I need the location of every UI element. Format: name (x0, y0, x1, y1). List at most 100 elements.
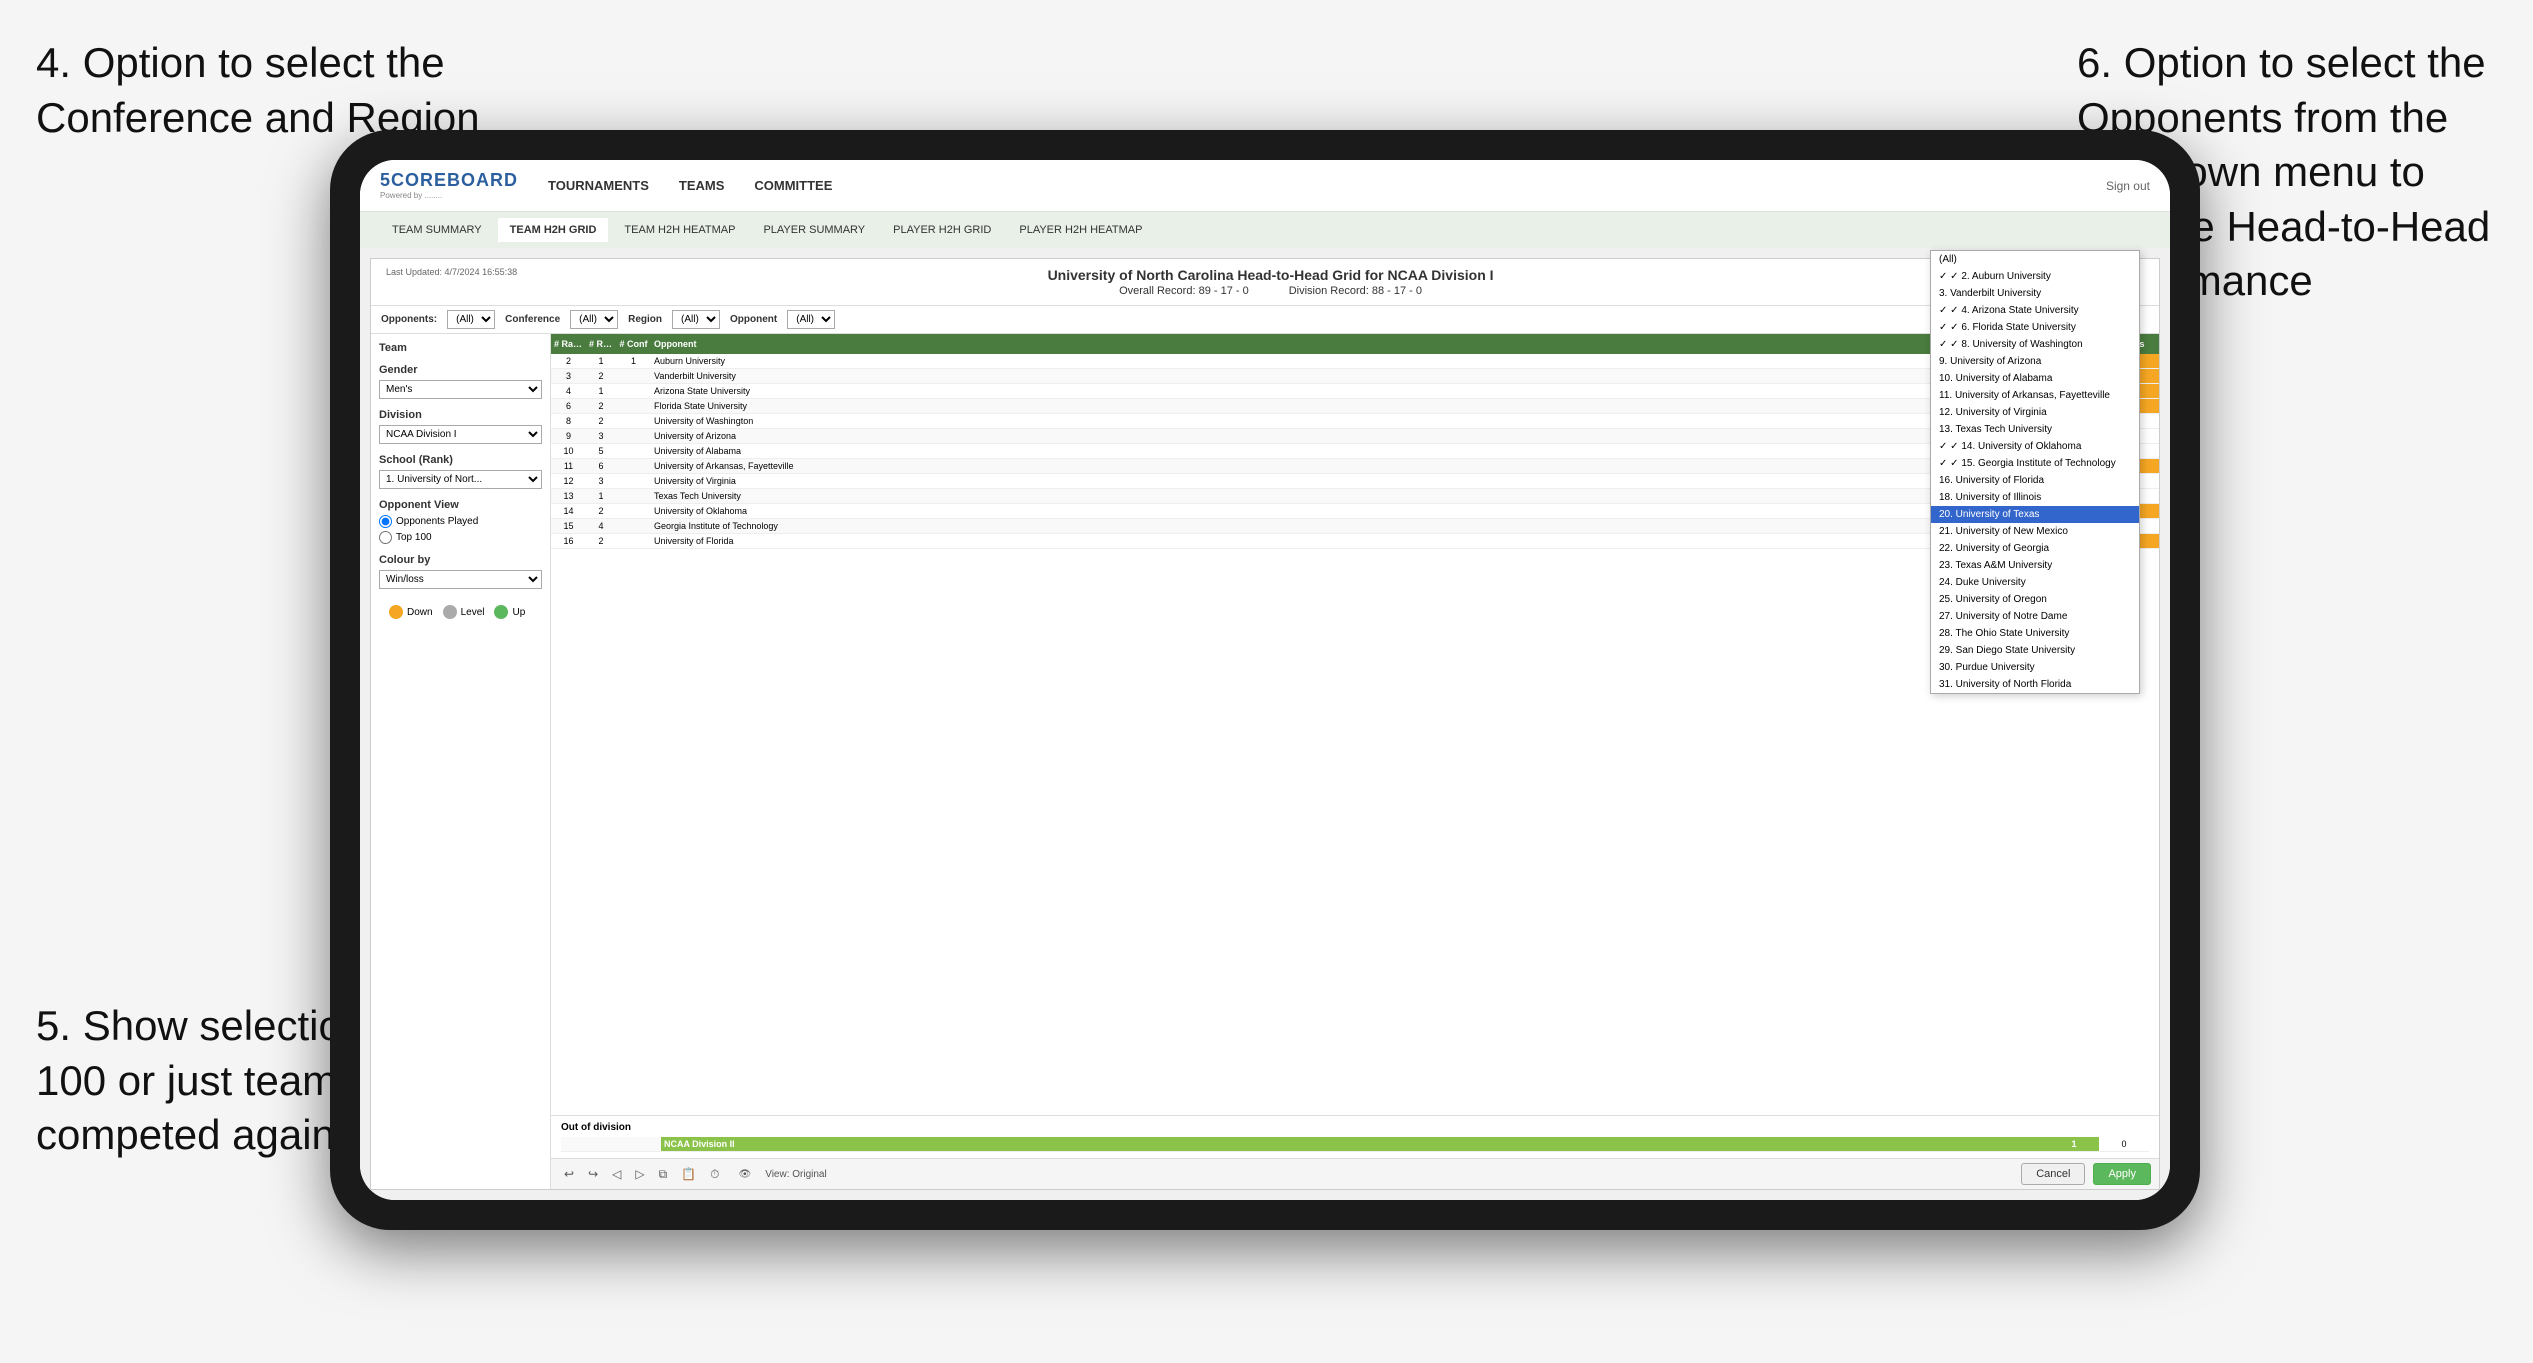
cell-rank: 9 (551, 429, 586, 443)
legend-down-circle (389, 605, 403, 619)
dropdown-item[interactable]: ✓ 15. Georgia Institute of Technology (1931, 455, 2139, 472)
left-panel: Team Gender Men's Division NCAA Division… (371, 334, 551, 1189)
table-row: 15 4 Georgia Institute of Technology 5 0 (551, 519, 2159, 534)
cell-opponent: Auburn University (651, 354, 2059, 368)
table-row: 9 3 University of Arizona 1 0 (551, 429, 2159, 444)
dropdown-item[interactable]: 21. University of New Mexico (1931, 523, 2139, 540)
report-title-area: University of North Carolina Head-to-Hea… (517, 267, 2024, 297)
col-conf-header: # Conf (616, 337, 651, 351)
nav-teams[interactable]: TEAMS (679, 178, 725, 193)
tab-team-h2h-heatmap[interactable]: TEAM H2H HEATMAP (612, 218, 747, 242)
apply-button[interactable]: Apply (2093, 1163, 2151, 1185)
dropdown-item[interactable]: 20. University of Texas (1931, 506, 2139, 523)
cell-rank: 12 (551, 474, 586, 488)
toolbar-redo[interactable]: ↪ (583, 1165, 603, 1183)
dropdown-item[interactable]: 10. University of Alabama (1931, 370, 2139, 387)
dropdown-item[interactable]: 24. Duke University (1931, 574, 2139, 591)
team-label: Team (379, 342, 542, 354)
cell-conf (616, 539, 651, 543)
table-row: 16 2 University of Florida 5 1 (551, 534, 2159, 549)
legend-level: Level (443, 605, 485, 619)
division-select[interactable]: NCAA Division I (379, 425, 542, 444)
legend-row: Down Level Up (379, 599, 542, 625)
dropdown-item[interactable]: 29. San Diego State University (1931, 642, 2139, 659)
cell-opponent: University of Oklahoma (651, 504, 2059, 518)
cell-opponent: Vanderbilt University (651, 369, 2059, 383)
cell-rank: 15 (551, 519, 586, 533)
out-div-rank (561, 1142, 596, 1146)
nav-tournaments[interactable]: TOURNAMENTS (548, 178, 649, 193)
opponents-filter[interactable]: (All) (447, 310, 495, 329)
col-reg-header: # Reg (586, 337, 616, 351)
division-section: Division NCAA Division I (379, 409, 542, 444)
gender-section: Gender Men's (379, 364, 542, 399)
cell-rank: 8 (551, 414, 586, 428)
table-row: 3 2 Vanderbilt University 0 4 (551, 369, 2159, 384)
radio-top100[interactable]: Top 100 (379, 531, 542, 544)
cell-rank: 14 (551, 504, 586, 518)
tab-team-h2h-grid[interactable]: TEAM H2H GRID (498, 218, 609, 242)
out-div-row: NCAA Division II 1 0 (561, 1137, 2149, 1152)
toolbar-forward[interactable]: ▷ (630, 1165, 649, 1183)
tablet-frame: 5COREBOARD Powered by ........ TOURNAMEN… (330, 130, 2200, 1230)
table-row: 11 6 University of Arkansas, Fayettevill… (551, 459, 2159, 474)
legend-level-label: Level (461, 607, 485, 618)
cell-reg: 2 (586, 504, 616, 518)
dropdown-item[interactable]: ✓ 8. University of Washington (1931, 336, 2139, 353)
cell-conf (616, 389, 651, 393)
col-opponent-header: Opponent (651, 337, 2059, 351)
colour-section: Colour by Win/loss (379, 554, 542, 589)
dropdown-item[interactable]: 16. University of Florida (1931, 472, 2139, 489)
dropdown-item[interactable]: 12. University of Virginia (1931, 404, 2139, 421)
toolbar-paste[interactable]: 📋 (676, 1165, 701, 1183)
cell-reg: 3 (586, 474, 616, 488)
tab-player-summary[interactable]: PLAYER SUMMARY (751, 218, 877, 242)
right-content: # Rank # Reg # Conf Opponent Win Loss 2 … (551, 334, 2159, 1189)
dropdown-item[interactable]: 31. University of North Florida (1931, 676, 2139, 693)
opponent-dropdown[interactable]: (All)✓ 2. Auburn University3. Vanderbilt… (1930, 334, 2140, 694)
dropdown-item[interactable]: 13. Texas Tech University (1931, 421, 2139, 438)
dropdown-item[interactable]: 30. Purdue University (1931, 659, 2139, 676)
cell-opponent: Texas Tech University (651, 489, 2059, 503)
school-select[interactable]: 1. University of Nort... (379, 470, 542, 489)
dropdown-item[interactable]: 27. University of Notre Dame (1931, 608, 2139, 625)
toolbar-back[interactable]: ◁ (607, 1165, 626, 1183)
dropdown-item[interactable]: 28. The Ohio State University (1931, 625, 2139, 642)
cancel-button[interactable]: Cancel (2021, 1163, 2085, 1185)
cell-rank: 11 (551, 459, 586, 473)
tab-team-summary[interactable]: TEAM SUMMARY (380, 218, 494, 242)
colour-select[interactable]: Win/loss (379, 570, 542, 589)
toolbar-undo[interactable]: ↩ (559, 1165, 579, 1183)
conference-filter[interactable]: (All) (570, 310, 618, 329)
dropdown-item[interactable]: 9. University of Arizona (1931, 353, 2139, 370)
report-title: University of North Carolina Head-to-Hea… (517, 267, 2024, 283)
cell-opponent: University of Virginia (651, 474, 2059, 488)
content-body: Team Gender Men's Division NCAA Division… (371, 334, 2159, 1189)
nav-sign-out[interactable]: Sign out (2106, 179, 2150, 193)
school-label: School (Rank) (379, 454, 542, 466)
region-filter[interactable]: (All) (672, 310, 720, 329)
dropdown-item[interactable]: 18. University of Illinois (1931, 489, 2139, 506)
dropdown-item[interactable]: 23. Texas A&M University (1931, 557, 2139, 574)
table-row: 8 2 University of Washington 1 0 (551, 414, 2159, 429)
tab-player-h2h-grid[interactable]: PLAYER H2H GRID (881, 218, 1003, 242)
gender-label: Gender (379, 364, 542, 376)
dropdown-item[interactable]: ✓ 14. University of Oklahoma (1931, 438, 2139, 455)
out-div-loss: 0 (2099, 1137, 2149, 1151)
gender-select[interactable]: Men's (379, 380, 542, 399)
table-row: 2 1 1 Auburn University 2 1 (551, 354, 2159, 369)
cell-reg: 2 (586, 399, 616, 413)
table-row: 4 1 Arizona State University 5 1 (551, 384, 2159, 399)
radio-opponents-played[interactable]: Opponents Played (379, 515, 542, 528)
opponent-filter[interactable]: (All) (787, 310, 835, 329)
toolbar-copy[interactable]: ⧉ (654, 1165, 673, 1184)
dropdown-item[interactable]: 11. University of Arkansas, Fayetteville (1931, 387, 2139, 404)
tab-player-h2h-heatmap[interactable]: PLAYER H2H HEATMAP (1007, 218, 1154, 242)
cell-rank: 6 (551, 399, 586, 413)
nav-committee[interactable]: COMMITTEE (754, 178, 832, 193)
toolbar-clock[interactable]: ⏱ (705, 1165, 724, 1184)
cell-conf (616, 524, 651, 528)
cell-conf (616, 509, 651, 513)
dropdown-item[interactable]: 25. University of Oregon (1931, 591, 2139, 608)
dropdown-item[interactable]: 22. University of Georgia (1931, 540, 2139, 557)
